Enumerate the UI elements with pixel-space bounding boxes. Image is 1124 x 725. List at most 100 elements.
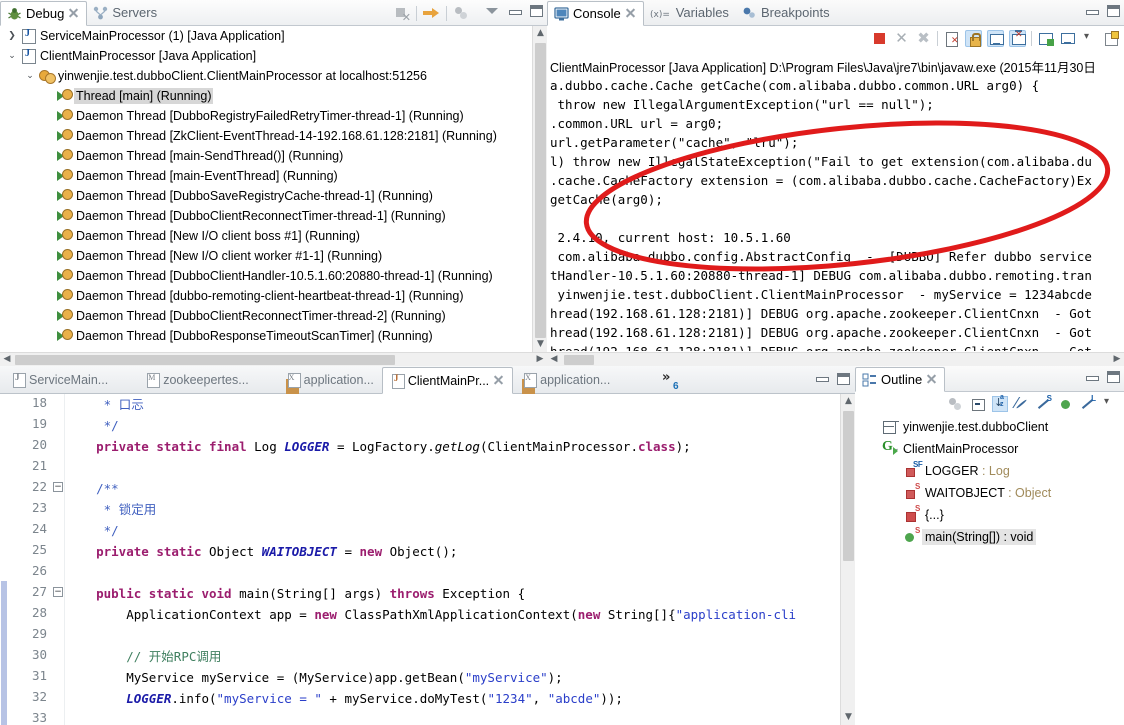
debug-tree-scrollbar-horizontal[interactable]: ◀ ▶ bbox=[0, 352, 547, 366]
maximize-icon[interactable] bbox=[530, 5, 543, 17]
hide-non-public-icon[interactable] bbox=[1058, 396, 1074, 412]
clear-console-icon[interactable] bbox=[943, 30, 960, 47]
code-line[interactable]: public static void main(String[] args) t… bbox=[66, 583, 837, 604]
chevron-right-icon[interactable]: ❯ bbox=[4, 31, 20, 41]
outline-tree-row[interactable]: SF LOGGER : Log bbox=[855, 460, 1124, 482]
outline-tree[interactable]: yinwenjie.test.dubboClient ⌄ClientMainPro… bbox=[855, 416, 1124, 725]
maximize-icon[interactable] bbox=[837, 373, 850, 385]
code-line[interactable]: /** bbox=[66, 478, 837, 499]
minimize-icon[interactable] bbox=[815, 373, 829, 383]
code-line[interactable]: // 开始RPC调用 bbox=[66, 646, 837, 667]
code-line[interactable]: private static final Log LOGGER = LogFac… bbox=[66, 436, 837, 457]
chevron-down-icon[interactable]: ⌄ bbox=[4, 51, 20, 61]
scrollbar-thumb[interactable] bbox=[535, 43, 546, 338]
code-line[interactable]: */ bbox=[66, 520, 837, 541]
chevron-down-icon[interactable]: ⌄ bbox=[22, 71, 38, 81]
editor-tab[interactable]: ClientMainPr... bbox=[381, 367, 514, 394]
collapse-all-icon[interactable] bbox=[970, 396, 986, 412]
outline-tree-row[interactable]: ⌄ClientMainProcessor bbox=[855, 438, 1124, 460]
display-selected-console-icon[interactable] bbox=[1059, 30, 1076, 47]
editor-tab[interactable]: application... bbox=[279, 366, 382, 393]
fold-collapse-icon[interactable]: − bbox=[53, 587, 63, 597]
hierarchy-layout-icon[interactable] bbox=[948, 396, 964, 412]
outline-tree-row[interactable]: S WAITOBJECT : Object bbox=[855, 482, 1124, 504]
debug-tree-row[interactable]: Daemon Thread [DubboClientHandler-10.5.1… bbox=[0, 266, 532, 286]
folding-gutter[interactable]: − − bbox=[51, 394, 65, 725]
tab-variables[interactable]: (x)= Variables bbox=[644, 0, 736, 25]
debug-tree-row[interactable]: Daemon Thread [main-EventThread] (Runnin… bbox=[0, 166, 532, 186]
scroll-left-icon[interactable]: ◀ bbox=[0, 353, 14, 366]
debug-tree-row[interactable]: Daemon Thread [DubboSaveRegistryCache-th… bbox=[0, 186, 532, 206]
close-icon[interactable] bbox=[493, 375, 504, 386]
debug-tree-row[interactable]: Daemon Thread [New I/O client boss #1] (… bbox=[0, 226, 532, 246]
outline-tree-row[interactable]: Smain(String[]) : void bbox=[855, 526, 1124, 548]
fold-collapse-icon[interactable]: − bbox=[53, 482, 63, 492]
debug-tree-scrollbar-vertical[interactable]: ▲ ▼ bbox=[532, 26, 547, 352]
debug-tree-row[interactable]: Daemon Thread [DubboClientReconnectTimer… bbox=[0, 306, 532, 326]
scrollbar-thumb[interactable] bbox=[15, 355, 395, 365]
scroll-lock-icon[interactable] bbox=[965, 30, 982, 47]
debug-tree-row[interactable]: Daemon Thread [New I/O client worker #1-… bbox=[0, 246, 532, 266]
code-line[interactable]: * 口忈 bbox=[66, 394, 837, 415]
view-menu-triangle-icon[interactable] bbox=[486, 6, 499, 16]
minimize-icon[interactable] bbox=[1085, 6, 1099, 16]
sort-alphabetically-icon[interactable] bbox=[992, 394, 1008, 412]
scroll-right-icon[interactable]: ▶ bbox=[533, 353, 547, 366]
editor-tab[interactable]: ServiceMain... bbox=[4, 366, 116, 393]
debug-tree-row[interactable]: ⌄ ClientMainProcessor [Java Application] bbox=[0, 46, 532, 66]
scroll-right-icon[interactable]: ▶ bbox=[1110, 353, 1124, 366]
debug-tree-row[interactable]: ⌄ yinwenjie.test.dubboClient.ClientMainPr… bbox=[0, 66, 532, 86]
console-scrollbar-horizontal[interactable]: ◀ ▶ bbox=[547, 352, 1124, 366]
editor-tab[interactable]: zookeepertes... bbox=[138, 366, 256, 393]
code-line[interactable] bbox=[66, 457, 837, 478]
debug-tree[interactable]: ❯ ServiceMainProcessor (1) [Java Applicat… bbox=[0, 26, 532, 352]
hide-static-members-icon[interactable] bbox=[1036, 394, 1052, 412]
debug-tree-row[interactable]: Daemon Thread [DubboResponseTimeoutScanT… bbox=[0, 326, 532, 346]
code-line[interactable]: MyService myService = (MyService)app.get… bbox=[66, 667, 837, 688]
editor-tab[interactable]: application... bbox=[515, 366, 618, 393]
hide-fields-icon[interactable] bbox=[1014, 394, 1030, 412]
remove-all-launches-icon[interactable]: ✖ bbox=[915, 30, 932, 47]
debug-tree-row[interactable]: Daemon Thread [main-SendThread()] (Runni… bbox=[0, 146, 532, 166]
maximize-icon[interactable] bbox=[1107, 5, 1120, 17]
terminate-icon[interactable] bbox=[871, 30, 888, 47]
close-icon[interactable] bbox=[926, 374, 937, 385]
close-icon[interactable] bbox=[625, 8, 636, 19]
scroll-down-icon[interactable]: ▼ bbox=[533, 337, 548, 352]
console-dropdown-icon[interactable] bbox=[1081, 30, 1098, 47]
show-console-on-error-icon[interactable] bbox=[1009, 30, 1026, 47]
code-line[interactable] bbox=[66, 709, 837, 725]
outline-tree-row[interactable]: S {...} bbox=[855, 504, 1124, 526]
outline-tree-row[interactable]: yinwenjie.test.dubboClient bbox=[855, 416, 1124, 438]
code-line[interactable]: * 锁定用 bbox=[66, 499, 837, 520]
tab-overflow-chevron-icon[interactable]: » bbox=[662, 370, 670, 385]
scrollbar-thumb[interactable] bbox=[843, 411, 854, 561]
code-line[interactable]: LOGGER.info("myService = " + myService.d… bbox=[66, 688, 837, 709]
debug-tree-row[interactable]: Thread [main] (Running) bbox=[0, 86, 532, 106]
tab-debug[interactable]: Debug bbox=[0, 1, 88, 26]
show-threads-icon[interactable] bbox=[453, 5, 469, 21]
new-console-view-icon[interactable] bbox=[1037, 30, 1054, 47]
console-output[interactable]: a.dubbo.cache.Cache getCache(com.alibaba… bbox=[547, 76, 1124, 351]
debug-tree-row[interactable]: ❯ ServiceMainProcessor (1) [Java Applicat… bbox=[0, 26, 532, 46]
maximize-icon[interactable] bbox=[1107, 371, 1120, 383]
scroll-up-icon[interactable]: ▲ bbox=[533, 26, 548, 41]
code-line[interactable] bbox=[66, 625, 837, 646]
show-console-on-output-icon[interactable] bbox=[987, 30, 1004, 47]
scroll-left-icon[interactable]: ◀ bbox=[547, 353, 561, 366]
debug-tree-row[interactable]: Daemon Thread [dubbo-remoting-client-hea… bbox=[0, 286, 532, 306]
close-icon[interactable] bbox=[68, 8, 79, 19]
editor-scrollbar-vertical[interactable]: ▲ ▼ bbox=[840, 394, 855, 725]
scrollbar-thumb[interactable] bbox=[564, 355, 594, 365]
arrow-right-icon[interactable] bbox=[423, 7, 440, 19]
terminate-all-icon[interactable] bbox=[394, 5, 411, 24]
code-line[interactable]: */ bbox=[66, 415, 837, 436]
code-line[interactable] bbox=[66, 562, 837, 583]
debug-tree-row[interactable]: Daemon Thread [DubboClientReconnectTimer… bbox=[0, 206, 532, 226]
tab-console[interactable]: Console bbox=[547, 1, 644, 26]
code-lines[interactable]: * 口忈 */ private static final Log LOGGER … bbox=[66, 394, 837, 725]
tab-breakpoints[interactable]: Breakpoints bbox=[736, 0, 837, 25]
remove-launch-icon[interactable]: ✕ bbox=[893, 30, 910, 47]
code-line[interactable]: ApplicationContext app = new ClassPathXm… bbox=[66, 604, 837, 625]
code-editor[interactable]: 181920212223242526272829303132333435 −− … bbox=[0, 394, 855, 725]
